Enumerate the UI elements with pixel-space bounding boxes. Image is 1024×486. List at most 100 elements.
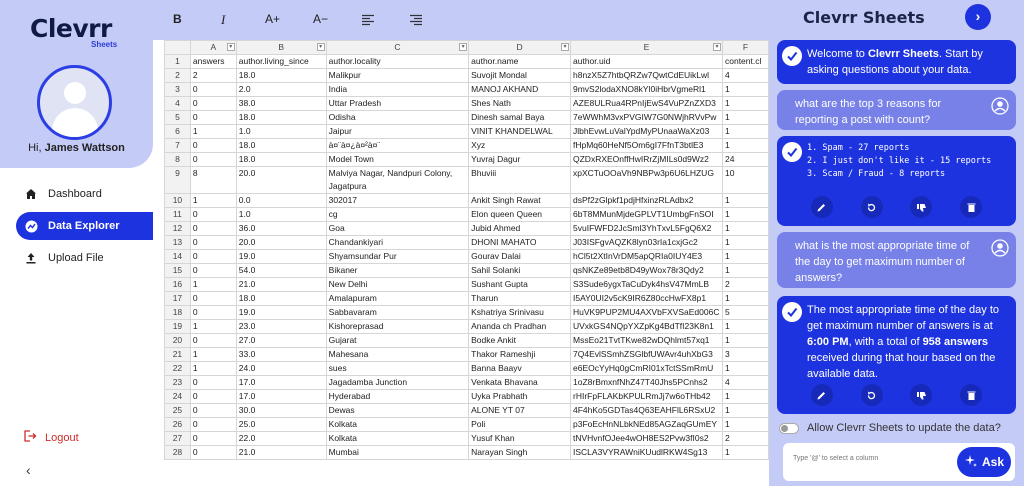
thumbs-down-icon[interactable] <box>910 196 933 218</box>
filter-icon[interactable]: ▾ <box>712 43 721 51</box>
table-cell[interactable]: 1 <box>721 319 769 334</box>
table-cell[interactable]: Bodke Ankit <box>468 333 571 348</box>
table-cell[interactable]: 1 <box>189 319 237 334</box>
table-cell[interactable]: 0 <box>189 138 237 153</box>
table-cell[interactable]: Narayan Singh <box>468 445 571 460</box>
row-number[interactable]: 3 <box>164 82 191 97</box>
row-number[interactable]: 13 <box>164 235 191 250</box>
table-cell[interactable]: 6bT8MMunMjdeGPLVT1UmbgFnSOI <box>570 207 723 222</box>
table-cell[interactable]: MssEo21TvtTKwe82wDQhlmt57xq1 <box>570 333 723 348</box>
row-number[interactable]: 10 <box>164 193 191 208</box>
table-cell[interactable]: 2 <box>721 431 769 446</box>
table-cell[interactable]: Dewas <box>325 403 470 418</box>
table-row[interactable]: 24 0 17.0 Hyderabad Uyka Prabhath rHIrFpFLAKb… <box>164 389 769 404</box>
table-row[interactable]: 16 1 21.0 New Delhi Sushant Gupta S3Sude6ygxT… <box>164 277 769 292</box>
table-cell[interactable]: Mumbai <box>325 445 470 460</box>
row-number[interactable]: 27 <box>164 431 191 446</box>
table-row[interactable]: 11 0 1.0 cg Elon queen Queen 6bT8MMunMjdeGPLV… <box>164 207 769 222</box>
table-cell[interactable]: 1 <box>721 207 769 222</box>
table-cell[interactable]: 4F4hKo5GDTas4Q63EAHFlL6RSxU2 <box>570 403 723 418</box>
table-row[interactable]: 3 0 2.0 India MANOJ AKHAND 9mvS2lodaXNO8kYl0i… <box>164 82 769 97</box>
edit-icon[interactable] <box>810 384 833 406</box>
row-number[interactable]: 21 <box>164 347 191 362</box>
table-cell[interactable]: 1 <box>721 263 769 278</box>
table-cell[interactable]: 0 <box>189 445 237 460</box>
table-cell[interactable]: Kolkata <box>325 431 470 446</box>
table-cell[interactable]: qsNKZe89etb8D49yWox78r3Qdy2 <box>570 263 723 278</box>
table-cell[interactable]: Venkata Bhavana <box>468 375 571 390</box>
row-number[interactable]: 18 <box>164 305 191 320</box>
table-cell[interactable]: à¤¨à¤¿à¤²à¤¨ <box>325 138 470 153</box>
table-cell[interactable]: 19.0 <box>235 305 327 320</box>
table-cell[interactable]: 10 <box>721 166 769 194</box>
row-number[interactable]: 25 <box>164 403 191 418</box>
table-cell[interactable]: 1.0 <box>235 124 327 139</box>
table-cell[interactable]: Ananda ch Pradhan <box>468 319 571 334</box>
table-cell[interactable]: Jagadamba Junction <box>325 375 470 390</box>
table-cell[interactable]: sues <box>325 361 470 376</box>
table-cell[interactable]: 1 <box>721 221 769 236</box>
collapse-chevron-icon[interactable]: ‹ <box>26 462 31 478</box>
table-row[interactable]: 17 0 18.0 Amalapuram Tharun I5AY0UI2v5cK9IR6Z… <box>164 291 769 306</box>
table-cell[interactable]: 1 <box>721 110 769 125</box>
table-cell[interactable]: e6EOcYyHq0gCmRI01xTctSSmRmU <box>570 361 723 376</box>
table-cell[interactable]: S3Sude6ygxTaCuDyk4hsV47MmLB <box>570 277 723 292</box>
nav-dashboard[interactable]: Dashboard <box>16 180 153 208</box>
spreadsheet[interactable]: A ▾ B ▾ C ▾ D ▾ E ▾ F 1 answers author.living_since a… <box>164 40 769 486</box>
table-row[interactable]: 25 0 30.0 Dewas ALONE YT 07 4F4hKo5GDTas4Q63E… <box>164 403 769 418</box>
table-cell[interactable]: 1.0 <box>235 207 327 222</box>
table-cell[interactable]: 1 <box>189 193 237 208</box>
table-row[interactable]: 14 0 19.0 Shyamsundar Pur Gourav Dalai hCl5t2… <box>164 249 769 264</box>
table-cell[interactable]: 1 <box>721 389 769 404</box>
table-cell[interactable]: Model Town <box>325 152 470 167</box>
table-cell[interactable]: 2 <box>189 68 237 83</box>
table-cell[interactable]: 18.0 <box>235 68 327 83</box>
table-cell[interactable]: 23.0 <box>235 319 327 334</box>
row-number[interactable]: 19 <box>164 319 191 334</box>
table-cell[interactable]: Amalapuram <box>325 291 470 306</box>
table-row[interactable]: 26 0 25.0 Kolkata Poli p3FoEcHnNLbkNEd85AGZaq… <box>164 417 769 432</box>
table-cell[interactable]: Malikpur <box>325 68 470 83</box>
table-cell[interactable]: 302017 <box>325 193 470 208</box>
table-cell[interactable]: 1 <box>721 249 769 264</box>
table-cell[interactable]: 0 <box>189 221 237 236</box>
table-cell[interactable]: 0 <box>189 110 237 125</box>
table-cell[interactable]: dsPf2zGlpkf1pdjHfxinzRLAdbx2 <box>570 193 723 208</box>
table-cell[interactable]: 24.0 <box>235 361 327 376</box>
row-number[interactable]: 28 <box>164 445 191 460</box>
table-row[interactable]: 13 0 20.0 Chandankiyari DHONI MAHATO J03ISFgv… <box>164 235 769 250</box>
table-cell[interactable]: 0 <box>189 263 237 278</box>
header-cell[interactable]: author.uid <box>570 54 723 69</box>
table-cell[interactable]: VINIT KHANDELWAL <box>468 124 571 139</box>
table-cell[interactable]: 2.0 <box>235 82 327 97</box>
column-header[interactable]: B ▾ <box>235 40 327 55</box>
data-grid[interactable]: A ▾ B ▾ C ▾ D ▾ E ▾ F 1 answers author.living_since a… <box>164 40 769 460</box>
table-cell[interactable]: QZDxRXEOnffHwIRrZjMILs0d9Wz2 <box>570 152 723 167</box>
table-cell[interactable]: Uttar Pradesh <box>325 96 470 111</box>
table-cell[interactable]: Suvojit Mondal <box>468 68 571 83</box>
table-row[interactable]: 8 0 18.0 Model Town Yuvraj Dagur QZDxRXEOnffH… <box>164 152 769 167</box>
table-cell[interactable]: 33.0 <box>235 347 327 362</box>
table-cell[interactable]: 0 <box>189 333 237 348</box>
header-cell[interactable]: content.cl <box>721 54 769 69</box>
table-cell[interactable]: 20.0 <box>235 235 327 250</box>
font-increase-button[interactable]: A+ <box>265 12 280 26</box>
table-cell[interactable]: cg <box>325 207 470 222</box>
table-cell[interactable]: 0 <box>189 375 237 390</box>
table-cell[interactable]: 18.0 <box>235 138 327 153</box>
table-cell[interactable]: Jubid Ahmed <box>468 221 571 236</box>
table-cell[interactable]: 0 <box>189 431 237 446</box>
table-cell[interactable]: Bhuviii <box>468 166 571 194</box>
row-number[interactable]: 22 <box>164 361 191 376</box>
table-row[interactable]: 15 0 54.0 Bikaner Sahil Solanki qsNKZe89etb8D… <box>164 263 769 278</box>
column-header[interactable]: C ▾ <box>325 40 470 55</box>
table-cell[interactable]: 1 <box>189 347 237 362</box>
table-cell[interactable]: Xyz <box>468 138 571 153</box>
table-cell[interactable]: Hyderabad <box>325 389 470 404</box>
header-cell[interactable]: author.living_since <box>235 54 327 69</box>
table-cell[interactable]: 1 <box>721 235 769 250</box>
font-decrease-button[interactable]: A− <box>313 12 328 26</box>
chat-input[interactable] <box>793 455 933 462</box>
row-number[interactable]: 4 <box>164 96 191 111</box>
table-cell[interactable]: 27.0 <box>235 333 327 348</box>
